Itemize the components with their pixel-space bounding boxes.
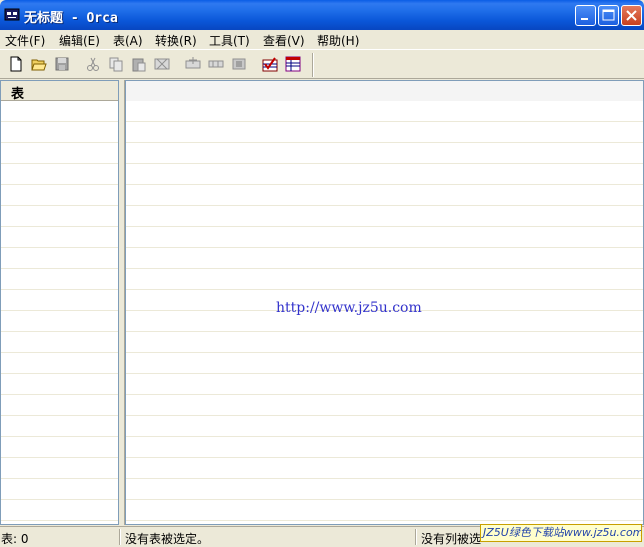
- minimize-icon: [581, 18, 588, 20]
- save-icon[interactable]: [54, 56, 70, 72]
- status-divider: [415, 529, 417, 545]
- tables-column-header[interactable]: 表: [1, 81, 118, 102]
- columns-header: [126, 81, 643, 101]
- toolbar-separator: [312, 53, 314, 77]
- tables-pane[interactable]: 表: [0, 80, 119, 525]
- open-icon[interactable]: [31, 56, 47, 72]
- new-icon[interactable]: [8, 56, 24, 72]
- maximize-button[interactable]: [598, 5, 619, 26]
- site-watermark-badge: JZ5U绿色下载站www.jz5u.com: [480, 524, 642, 542]
- window-title: 无标题 - Orca: [24, 11, 118, 26]
- watermark-url: http://www.jz5u.com: [276, 300, 422, 316]
- maximize-icon: [602, 9, 615, 21]
- drop-row-icon[interactable]: [154, 56, 170, 72]
- cut-icon[interactable]: [85, 56, 101, 72]
- copy-icon[interactable]: [108, 56, 124, 72]
- close-button[interactable]: [621, 5, 642, 26]
- tables-list[interactable]: [1, 101, 118, 524]
- merge-icon[interactable]: [285, 56, 301, 72]
- menu-bar: 文件(F) 编辑(E) 表(A) 转换(R) 工具(T) 查看(V) 帮助(H): [0, 30, 644, 49]
- status-table-selection: 没有表被选定。: [125, 532, 210, 546]
- validate-icon[interactable]: [262, 56, 278, 72]
- close-icon: [626, 10, 637, 21]
- menu-tools[interactable]: 工具(T): [209, 32, 250, 49]
- paste-icon[interactable]: [131, 56, 147, 72]
- add-row-icon[interactable]: [185, 56, 201, 72]
- status-divider: [119, 529, 121, 545]
- minimize-button[interactable]: [575, 5, 596, 26]
- title-bar[interactable]: 无标题 - Orca: [0, 0, 644, 30]
- menu-file[interactable]: 文件(F): [5, 32, 45, 49]
- menu-view[interactable]: 查看(V): [263, 32, 305, 49]
- toolbar: [0, 49, 644, 79]
- orca-app-icon: [4, 8, 20, 21]
- tables-header-label: 表: [11, 87, 25, 102]
- status-column-selection: 没有列被选: [421, 532, 482, 546]
- menu-tables[interactable]: 表(A): [113, 32, 143, 49]
- menu-transform[interactable]: 转换(R): [155, 32, 197, 49]
- drop-table-icon[interactable]: [231, 56, 247, 72]
- row-icon[interactable]: [208, 56, 224, 72]
- status-table-count: 表: 0: [1, 532, 29, 546]
- rows-pane[interactable]: http://www.jz5u.com: [125, 80, 644, 525]
- menu-edit[interactable]: 编辑(E): [59, 32, 100, 49]
- menu-help[interactable]: 帮助(H): [317, 32, 359, 49]
